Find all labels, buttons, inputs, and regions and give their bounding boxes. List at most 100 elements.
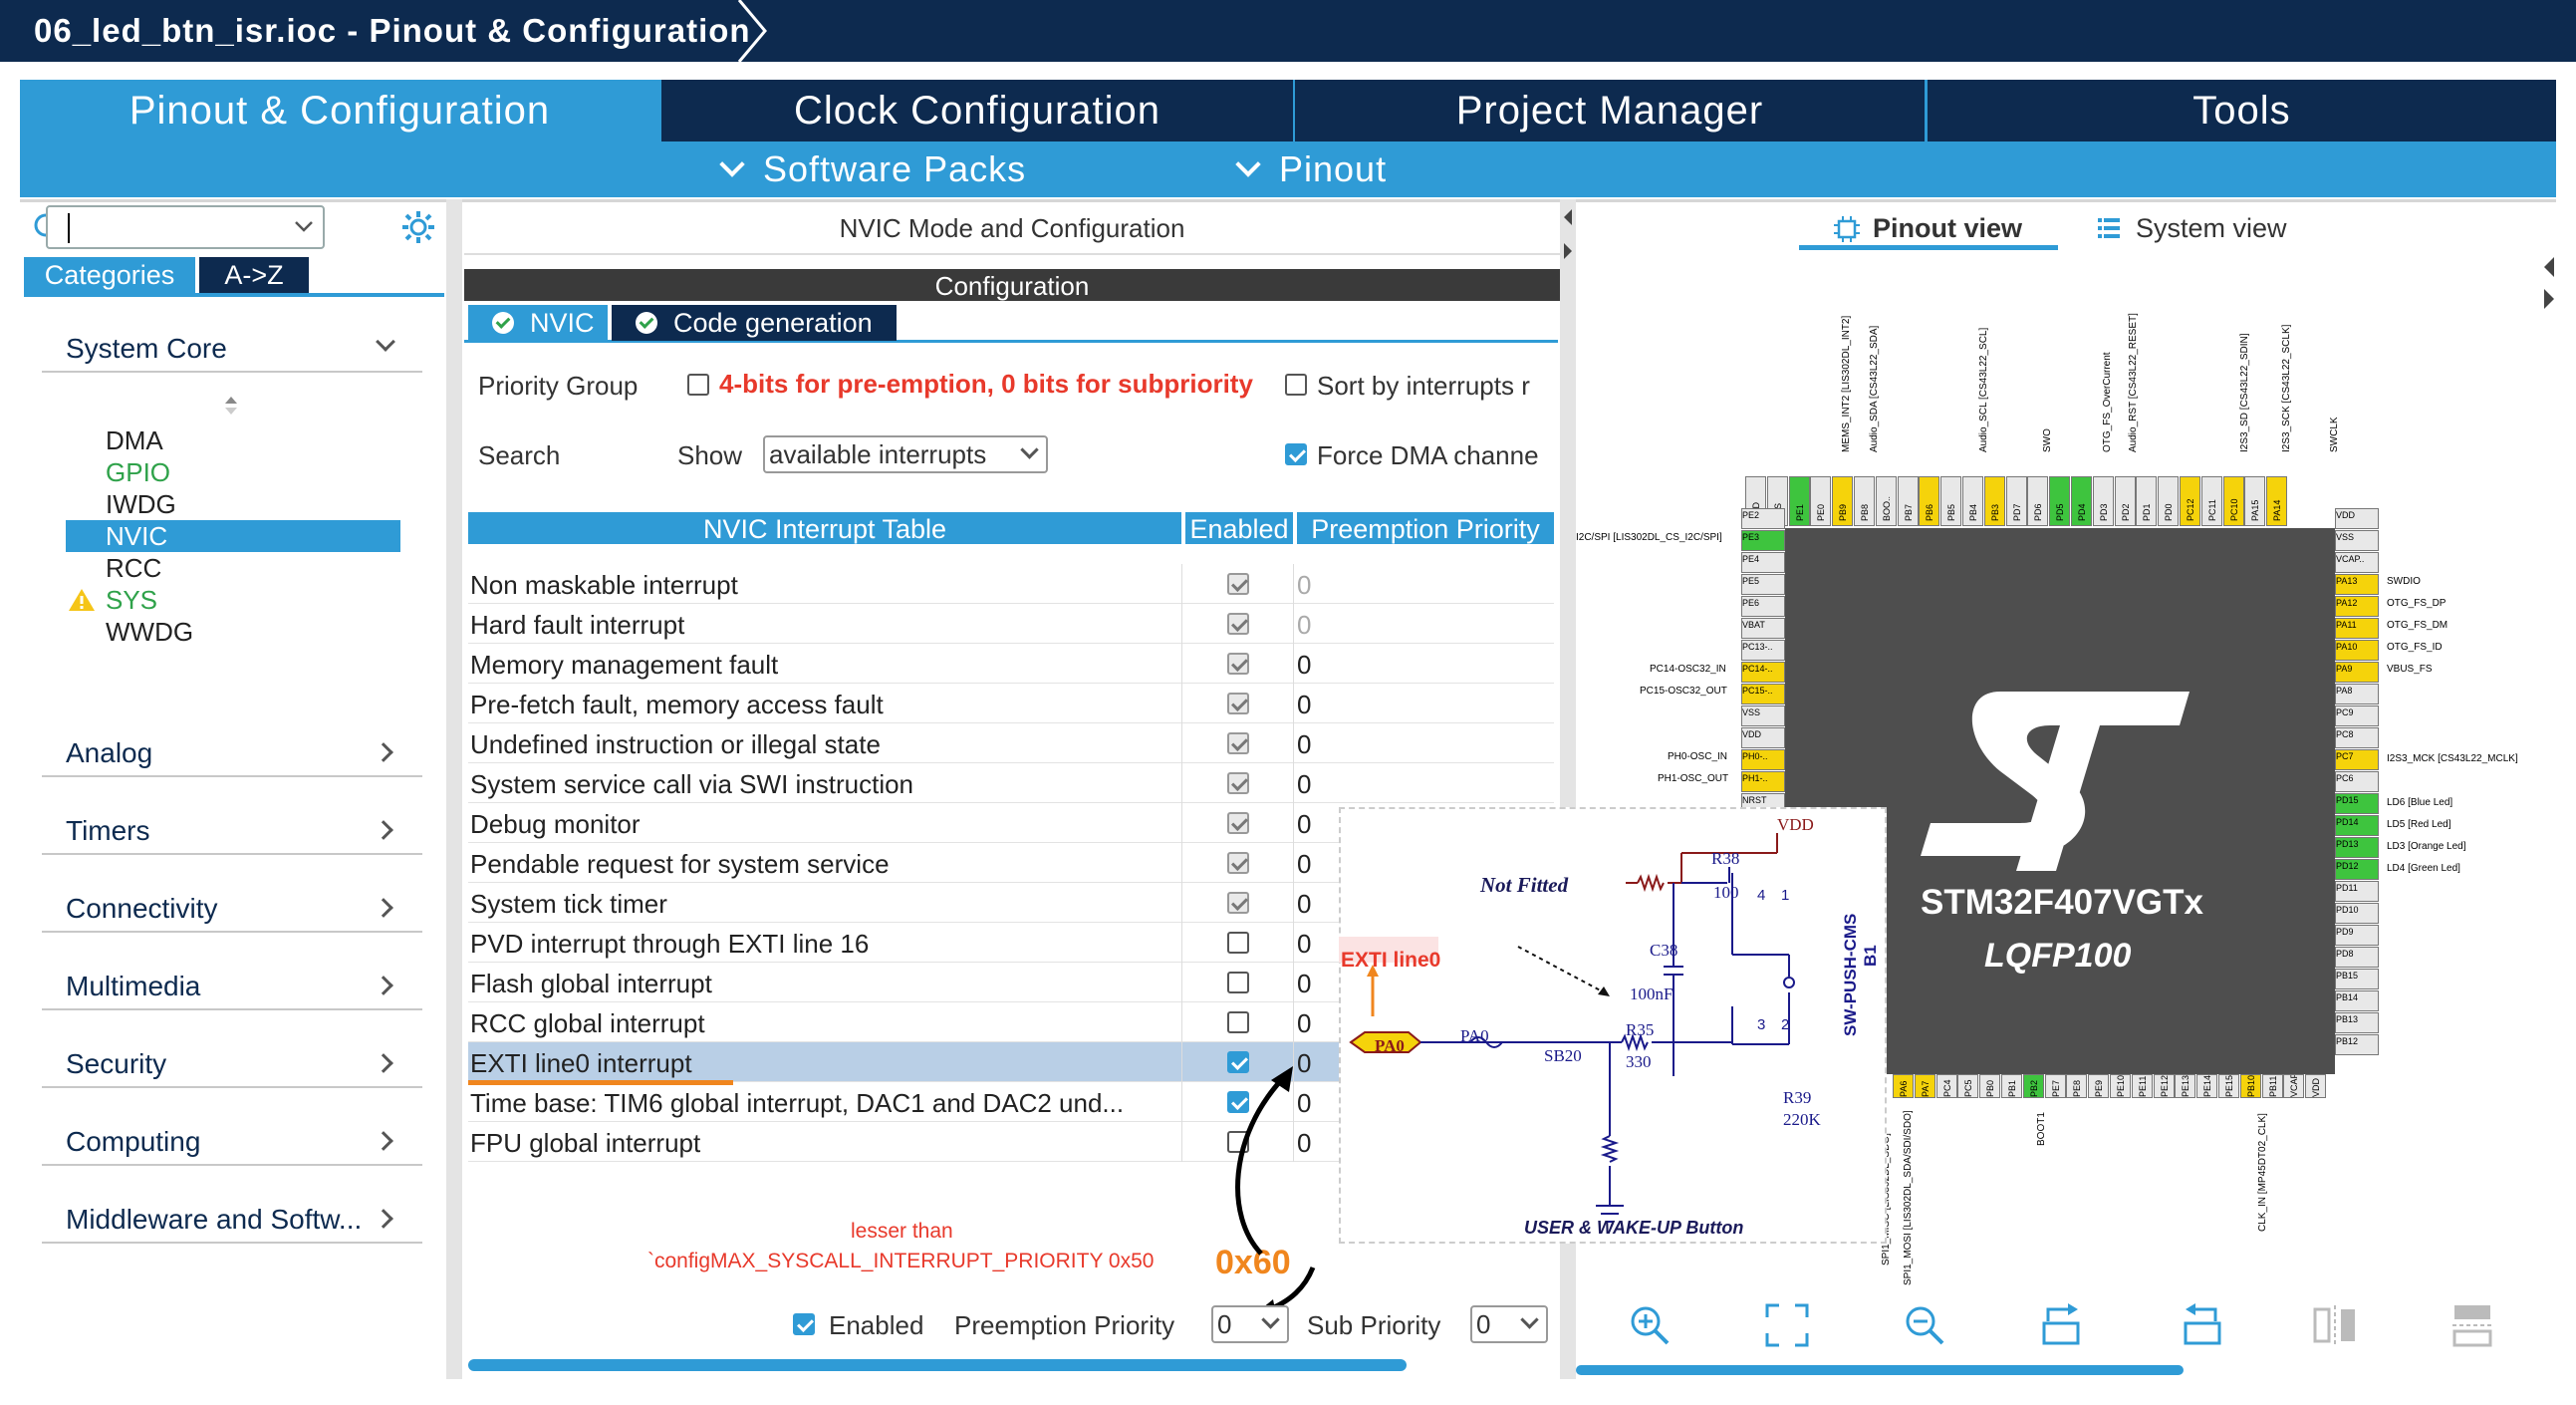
tab-tools[interactable]: Tools [1928,80,2556,141]
core-item-wwdg[interactable]: WWDG [66,616,400,648]
pin-bottom[interactable]: PE7 [2044,1074,2066,1098]
pin-top[interactable]: PA15 [2244,476,2266,526]
enabled-checkbox[interactable] [1227,613,1249,635]
pin-top[interactable]: PB9 [1832,476,1854,526]
pin-bottom[interactable]: PE9 [2088,1074,2110,1098]
pin-bottom[interactable]: PE13 [2175,1074,2196,1098]
pin-right[interactable]: VDD [2335,508,2379,529]
preemption-priority-value[interactable]: 0 [1297,843,1311,885]
col-header-preemption[interactable]: Preemption Priority [1297,512,1554,544]
fit-screen-icon[interactable] [1765,1303,1809,1347]
flip-vertical-icon[interactable] [2450,1303,2494,1347]
pin-top[interactable]: PC10 [2222,476,2244,526]
pin-left[interactable]: PE4 [1741,552,1785,573]
pin-right[interactable]: PD9 [2335,925,2379,946]
pin-bottom[interactable]: PB10 [2239,1074,2261,1098]
gear-icon[interactable] [400,209,436,245]
pin-top[interactable]: PE0 [1810,476,1832,526]
table-row[interactable]: Memory management fault 0 [468,644,1554,684]
tab-a-z[interactable]: A->Z [199,257,309,293]
pin-right[interactable]: PB12 [2335,1034,2379,1055]
pin-bottom[interactable]: PA6 [1893,1074,1914,1098]
pin-top[interactable]: PD3 [2092,476,2114,526]
col-header-enabled[interactable]: Enabled [1185,512,1293,544]
tab-project-manager[interactable]: Project Manager [1295,80,1925,141]
enabled-checkbox[interactable] [1227,852,1249,874]
priority-group-value[interactable]: 4-bits for pre-emption, 0 bits for subpr… [719,369,1253,400]
pin-left[interactable]: VDD [1741,727,1785,748]
pin-top[interactable]: PD7 [2005,476,2027,526]
pin-right[interactable]: PA9 [2335,662,2379,683]
col-header-name[interactable]: NVIC Interrupt Table [468,512,1181,544]
pin-bottom[interactable]: PE12 [2153,1074,2175,1098]
pin-top[interactable]: PD5 [2049,476,2071,526]
section-middleware[interactable]: Middleware and Softw... [42,1194,422,1244]
enabled-checkbox[interactable] [1227,573,1249,595]
rotate-left-icon[interactable] [2178,1303,2221,1347]
pin-top[interactable]: PD1 [2136,476,2158,526]
section-security[interactable]: Security [42,1038,422,1088]
section-computing[interactable]: Computing [42,1116,422,1166]
chevron-down-icon[interactable] [293,217,315,235]
core-item-iwdg[interactable]: IWDG [66,488,400,520]
pin-bottom[interactable]: PC5 [1957,1074,1979,1098]
enabled-checkbox[interactable] [1227,932,1249,954]
preemption-priority-value[interactable]: 0 [1297,684,1311,725]
tab-clock-config[interactable]: Clock Configuration [661,80,1293,141]
pin-bottom[interactable]: PB11 [2261,1074,2283,1098]
tab-system-view[interactable]: System view [2096,211,2287,245]
core-item-gpio[interactable]: GPIO [66,456,400,488]
pin-right[interactable]: PA8 [2335,684,2379,704]
pin-right[interactable]: PC6 [2335,771,2379,792]
preemption-priority-value[interactable]: 0 [1297,1002,1311,1044]
pin-right[interactable]: PD8 [2335,947,2379,968]
pin-right[interactable]: PB15 [2335,969,2379,989]
software-packs-menu[interactable]: Software Packs [719,145,1026,193]
tab-pinout-config[interactable]: Pinout & Configuration [20,80,659,141]
pin-right[interactable]: PB13 [2335,1012,2379,1033]
enabled-checkbox[interactable] [1227,693,1249,714]
pin-left[interactable]: PE2 [1741,508,1785,529]
pin-bottom[interactable]: PE8 [2066,1074,2088,1098]
flip-horizontal-icon[interactable] [2313,1303,2357,1347]
pin-top[interactable]: PA14 [2266,476,2288,526]
pinout-menu[interactable]: Pinout [1235,145,1387,193]
pin-bottom[interactable]: PE14 [2196,1074,2218,1098]
sort-icon[interactable] [223,395,239,417]
zoom-in-icon[interactable] [1628,1303,1672,1347]
pin-right[interactable]: PA13 [2335,574,2379,595]
show-select[interactable]: available interrupts [763,435,1048,473]
force-dma-checkbox[interactable] [1285,443,1307,465]
enabled-checkbox[interactable] [1227,1011,1249,1033]
pin-right[interactable]: PB14 [2335,990,2379,1011]
zoom-out-icon[interactable] [1903,1303,1946,1347]
pin-bottom[interactable]: PE10 [2110,1074,2131,1098]
enabled-checkbox[interactable] [1227,772,1249,794]
right-scrollbar[interactable] [1576,1365,2184,1375]
pin-right[interactable]: VCAP.. [2335,552,2379,573]
rotate-right-icon[interactable] [2042,1303,2086,1347]
pin-top[interactable]: BOO.. [1875,476,1897,526]
preemption-priority-value[interactable]: 0 [1297,644,1311,686]
pin-right[interactable]: PD12 [2335,859,2379,880]
pin-right[interactable]: PC9 [2335,705,2379,726]
preemption-priority-value[interactable]: 0 [1297,564,1311,606]
tab-nvic[interactable]: NVIC [468,305,608,341]
pin-right[interactable]: PD13 [2335,837,2379,858]
pin-left[interactable]: VBAT [1741,618,1785,639]
tab-code-generation[interactable]: Code generation [612,305,897,341]
pin-left[interactable]: PC15-.. [1741,684,1785,704]
left-splitter[interactable] [446,199,462,1379]
pin-right[interactable]: PA11 [2335,618,2379,639]
enabled-checkbox[interactable] [1227,732,1249,754]
enabled-checkbox[interactable] [1227,972,1249,993]
pin-right[interactable]: VSS [2335,530,2379,551]
table-row[interactable]: System service call via SWI instruction 0 [468,763,1554,803]
pin-top[interactable]: PC12 [2180,476,2200,526]
pin-top[interactable]: PB5 [1940,476,1962,526]
pin-bottom[interactable]: PB2 [2022,1074,2044,1098]
pin-top[interactable]: PB7 [1897,476,1919,526]
core-item-dma[interactable]: DMA [66,424,400,456]
table-row[interactable]: Hard fault interrupt 0 [468,604,1554,644]
pin-left[interactable]: PH0-.. [1741,749,1785,770]
